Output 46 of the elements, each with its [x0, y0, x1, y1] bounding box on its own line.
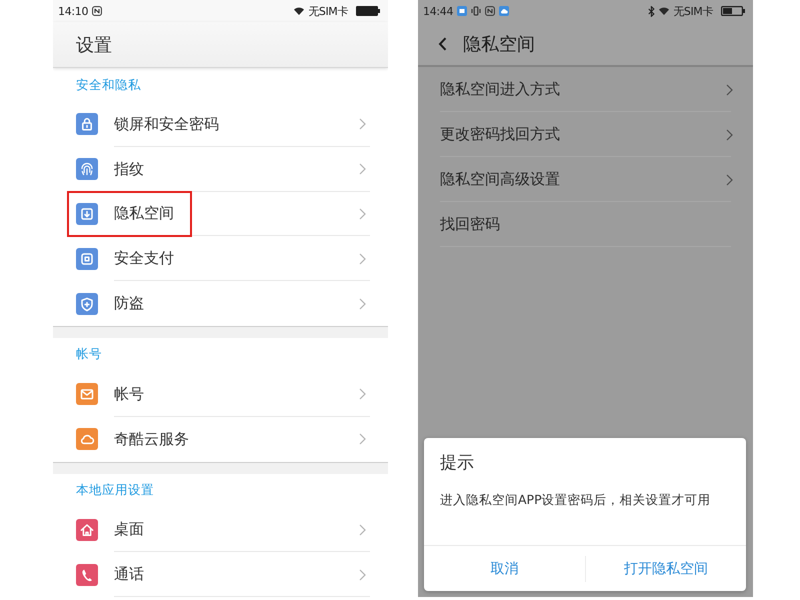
chevron-icon — [359, 524, 366, 536]
dialog-message: 进入隐私空间APP设置密码后，相关设置才可用 — [440, 491, 712, 509]
settings-item[interactable]: 帐号 — [53, 372, 388, 417]
wifi-icon — [294, 7, 304, 15]
status-time: 14:10 — [58, 4, 88, 18]
carrier-label: 无SIM卡 — [673, 4, 713, 18]
back-icon[interactable] — [438, 36, 447, 50]
settings-item[interactable]: 更改密码找回方式 — [418, 112, 753, 157]
section-header: 安全和隐私 — [75, 76, 142, 94]
battery-icon — [721, 6, 745, 16]
settings-item[interactable]: 奇酷云服务 — [53, 416, 388, 462]
chevron-icon — [359, 388, 366, 400]
dialog-button[interactable]: 取消 — [424, 546, 584, 591]
carrier-label: 无SIM卡 — [308, 4, 348, 18]
page-title: 隐私空间 — [463, 32, 535, 56]
chevron-icon — [359, 252, 366, 265]
settings-item[interactable]: 锁屏和安全密码 — [53, 102, 388, 147]
vibrate-icon — [471, 6, 482, 16]
section-header: 本地应用设置 — [75, 481, 155, 500]
settings-item[interactable]: 找回密码 — [418, 202, 753, 247]
dialog-button[interactable]: 打开隐私空间 — [586, 546, 746, 591]
status-time: 14:44 — [423, 4, 454, 18]
chevron-icon — [359, 163, 366, 176]
settings-item[interactable]: 隐私空间高级设置 — [418, 157, 753, 202]
chevron-icon — [359, 433, 366, 446]
chevron-icon — [359, 298, 366, 310]
settings-item[interactable]: 安全支付 — [53, 236, 388, 282]
app-icon — [457, 6, 468, 16]
nfc-icon — [92, 6, 102, 16]
settings-item[interactable]: 指纹 — [53, 146, 388, 192]
section-header: 帐号 — [75, 345, 103, 364]
dialog-title: 提示 — [440, 452, 475, 475]
settings-item[interactable]: 桌面 — [53, 508, 388, 552]
chevron-icon — [359, 568, 366, 581]
chevron-icon — [359, 118, 366, 130]
settings-item[interactable]: 防盗 — [53, 281, 388, 326]
nfc-icon — [485, 6, 496, 16]
settings-item[interactable]: 隐私空间进入方式 — [418, 67, 753, 112]
bluetooth-icon — [648, 6, 656, 16]
battery-icon — [356, 6, 380, 16]
settings-item[interactable]: 隐私空间 — [53, 192, 388, 236]
page-title: 设置 — [76, 34, 112, 56]
wifi-icon — [659, 7, 670, 15]
cloud-icon — [499, 6, 510, 16]
settings-item[interactable]: 通话 — [53, 552, 388, 597]
chevron-icon — [359, 208, 366, 220]
